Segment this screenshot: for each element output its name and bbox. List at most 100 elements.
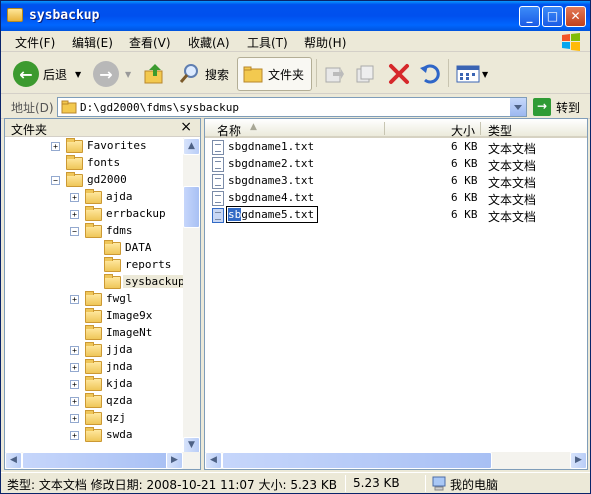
scroll-right-icon[interactable]: ▶ <box>166 452 183 469</box>
file-name: sbgdname2.txt <box>228 157 315 170</box>
rename-selected-text: sb <box>228 208 242 221</box>
expand-icon[interactable]: + <box>70 295 79 304</box>
tree-item[interactable]: + jnda <box>5 359 183 376</box>
tree-item[interactable]: fonts <box>5 155 183 172</box>
maximize-button[interactable]: □ <box>542 6 563 27</box>
tree-item[interactable]: − fdms <box>5 223 183 240</box>
expand-icon[interactable]: + <box>70 210 79 219</box>
tree-item-label: jnda <box>106 360 133 373</box>
forward-button[interactable]: → ▼ <box>93 58 131 90</box>
folder-tree: + Favorites fonts − gd2000 + ajda + errbacku… <box>5 138 183 454</box>
file-row[interactable]: sbgdname3.txt 6 KB 文本文档 <box>205 173 587 190</box>
explorer-window: sysbackup _ □ ✕ 文件(F) 编辑(E) 查看(V) 收藏(A) … <box>0 0 591 494</box>
tree-item[interactable]: + kjda <box>5 376 183 393</box>
tree-item[interactable]: + qzj <box>5 410 183 427</box>
tree-item-selected[interactable]: sysbackup <box>5 274 183 291</box>
back-button[interactable]: ← 后退 ▼ <box>13 58 81 90</box>
expand-icon[interactable]: + <box>70 380 79 389</box>
menu-tools[interactable]: 工具(T) <box>247 34 288 51</box>
tree-item-label: DATA <box>125 241 152 254</box>
folder-pane-header: 文件夹 × <box>5 119 200 137</box>
collapse-icon[interactable]: − <box>70 227 79 236</box>
column-divider[interactable] <box>384 122 385 135</box>
up-folder-button[interactable] <box>143 58 167 90</box>
tree-item[interactable]: + errbackup <box>5 206 183 223</box>
tree-item[interactable]: − gd2000 <box>5 172 183 189</box>
tree-vertical-scrollbar[interactable]: ▲ ▼ <box>183 138 200 454</box>
address-bar: 地址(D) D:\gd2000\fdms\sysbackup → 转到 <box>1 95 590 119</box>
column-name-header[interactable]: 名称 <box>217 122 241 139</box>
close-button[interactable]: ✕ <box>565 6 586 27</box>
collapse-icon[interactable]: − <box>51 176 60 185</box>
scroll-left-icon[interactable]: ◀ <box>5 452 22 469</box>
file-row[interactable]: sbgdname2.txt 6 KB 文本文档 <box>205 156 587 173</box>
tree-horizontal-scrollbar[interactable]: ◀ ▶ <box>5 452 200 469</box>
minimize-button[interactable]: _ <box>519 6 540 27</box>
expand-icon[interactable]: + <box>70 431 79 440</box>
tree-item[interactable]: + ajda <box>5 189 183 206</box>
file-row-renaming[interactable]: sbgdname5.txt 6 KB 文本文档 <box>205 206 587 224</box>
file-type: 文本文档 <box>488 142 537 156</box>
expand-icon[interactable]: + <box>51 142 60 151</box>
scroll-up-icon[interactable]: ▲ <box>183 138 200 155</box>
tree-item-label: jjda <box>106 343 133 356</box>
tree-item-label: errbackup <box>106 207 166 220</box>
column-type-header[interactable]: 类型 <box>488 122 512 139</box>
tree-item-label: fdms <box>106 224 133 237</box>
tree-item[interactable]: Image9x <box>5 308 183 325</box>
tree-item[interactable]: + Favorites <box>5 138 183 155</box>
undo-button[interactable] <box>419 58 441 90</box>
scrollbar-thumb[interactable] <box>222 452 492 469</box>
tree-item[interactable]: ImageNt <box>5 325 183 342</box>
scrollbar-thumb[interactable] <box>22 452 172 469</box>
forward-arrow-icon: → <box>93 61 119 87</box>
forward-dropdown-icon[interactable]: ▼ <box>125 70 131 79</box>
tree-item-label: gd2000 <box>87 173 127 186</box>
menu-favorites[interactable]: 收藏(A) <box>188 34 230 51</box>
file-row[interactable]: sbgdname4.txt 6 KB 文本文档 <box>205 190 587 207</box>
file-size: 6 KB <box>451 208 478 221</box>
menu-file[interactable]: 文件(F) <box>15 34 55 51</box>
delete-icon <box>389 64 409 84</box>
status-size: 5.23 KB <box>353 476 400 490</box>
folder-icon <box>85 291 102 306</box>
scroll-right-icon[interactable]: ▶ <box>570 452 587 469</box>
menu-help[interactable]: 帮助(H) <box>304 34 346 51</box>
delete-button[interactable] <box>388 58 410 90</box>
expand-icon[interactable]: + <box>70 193 79 202</box>
column-divider[interactable] <box>480 122 481 135</box>
copy-to-button[interactable] <box>355 58 377 90</box>
file-size: 6 KB <box>451 157 478 170</box>
tree-item[interactable]: + swda <box>5 427 183 444</box>
address-dropdown-button[interactable] <box>509 98 526 116</box>
folders-label: 文件夹 <box>268 67 305 82</box>
expand-icon[interactable]: + <box>70 414 79 423</box>
scrollbar-thumb[interactable] <box>183 186 200 228</box>
back-dropdown-icon[interactable]: ▼ <box>75 70 81 79</box>
rename-input[interactable]: sbgdname5.txt <box>226 206 318 223</box>
column-size-header[interactable]: 大小 <box>451 122 475 139</box>
tree-item[interactable]: + qzda <box>5 393 183 410</box>
go-button[interactable]: → 转到 <box>533 98 580 116</box>
tree-item[interactable]: + jjda <box>5 342 183 359</box>
menu-edit[interactable]: 编辑(E) <box>72 34 113 51</box>
expand-icon[interactable]: + <box>70 346 79 355</box>
views-button[interactable]: ▼ <box>456 58 488 90</box>
tree-item[interactable]: + fwgl <box>5 291 183 308</box>
file-row[interactable]: sbgdname1.txt 6 KB 文本文档 <box>205 139 587 156</box>
tree-item[interactable]: DATA <box>5 240 183 257</box>
expand-icon[interactable]: + <box>70 363 79 372</box>
title-bar[interactable]: sysbackup _ □ ✕ <box>1 1 590 31</box>
file-size: 6 KB <box>451 174 478 187</box>
scroll-left-icon[interactable]: ◀ <box>205 452 222 469</box>
file-list-horizontal-scrollbar[interactable]: ◀ ▶ <box>205 452 587 469</box>
tree-item-label: fonts <box>87 156 121 169</box>
expand-icon[interactable]: + <box>70 397 79 406</box>
move-to-button[interactable] <box>323 58 345 90</box>
menu-view[interactable]: 查看(V) <box>129 34 171 51</box>
address-input[interactable]: D:\gd2000\fdms\sysbackup <box>57 97 527 117</box>
folder-pane-close-button[interactable]: × <box>180 119 192 135</box>
tree-item[interactable]: reports <box>5 257 183 274</box>
search-button[interactable]: 搜索 <box>178 58 229 90</box>
folders-button[interactable]: 文件夹 <box>237 57 312 91</box>
